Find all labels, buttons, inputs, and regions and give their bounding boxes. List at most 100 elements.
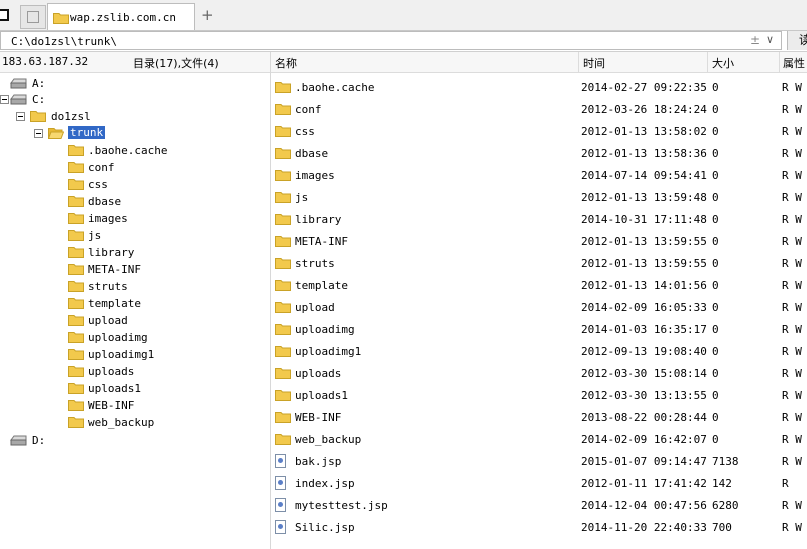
file-row[interactable]: index.jsp 2012-01-11 17:41:42 142 R <box>271 472 807 494</box>
file-time: 2014-01-03 16:35:17 <box>581 323 707 336</box>
file-row[interactable]: uploadimg1 2012-09-13 19:08:40 0 R W <box>271 340 807 362</box>
file-time: 2012-09-13 19:08:40 <box>581 345 707 358</box>
file-row[interactable]: library 2014-10-31 17:11:48 0 R W <box>271 208 807 230</box>
file-time: 2012-01-13 14:01:56 <box>581 279 707 292</box>
file-name: Silic.jsp <box>295 521 355 534</box>
tree-label: D: <box>32 434 46 447</box>
read-button[interactable]: 读 <box>787 31 807 50</box>
file-row[interactable]: dbase 2012-01-13 13:58:36 0 R W <box>271 142 807 164</box>
split-icon[interactable]: ± <box>750 33 760 47</box>
file-row[interactable]: js 2012-01-13 13:59:48 0 R W <box>271 186 807 208</box>
chevron-down-icon[interactable]: ∨ <box>766 33 774 46</box>
tree-label: css <box>88 178 108 191</box>
folder-icon <box>275 388 291 401</box>
file-name: images <box>295 169 335 182</box>
tree-label: uploadimg1 <box>88 348 155 361</box>
tree-label: A: <box>32 77 46 90</box>
file-row[interactable]: web_backup 2014-02-09 16:42:07 0 R W <box>271 428 807 450</box>
column-divider[interactable] <box>779 52 780 72</box>
tree-label: .baohe.cache <box>88 144 168 157</box>
file-row[interactable]: css 2012-01-13 13:58:02 0 R W <box>271 120 807 142</box>
path-input[interactable]: C:\do1zsl\trunk\ <box>0 31 782 50</box>
folder-icon <box>68 245 84 258</box>
file-row[interactable]: struts 2012-01-13 13:59:55 0 R W <box>271 252 807 274</box>
folder-icon <box>53 13 69 24</box>
file-row[interactable]: uploadimg 2014-01-03 16:35:17 0 R W <box>271 318 807 340</box>
file-time: 2012-01-11 17:41:42 <box>581 477 707 490</box>
folder-icon <box>68 211 84 224</box>
folder-tree: A: C: do1zsl trunk .baohe.cache conf css db… <box>0 74 270 549</box>
file-name: .baohe.cache <box>295 81 375 94</box>
file-time: 2014-12-04 00:47:56 <box>581 499 707 512</box>
file-row[interactable]: conf 2012-03-26 18:24:24 0 R W <box>271 98 807 120</box>
file-size: 0 <box>712 213 719 226</box>
file-row[interactable]: bak.jsp 2015-01-07 09:14:47 7138 R W <box>271 450 807 472</box>
file-row[interactable]: uploads1 2012-03-30 13:13:55 0 R W <box>271 384 807 406</box>
folder-icon <box>68 194 84 207</box>
file-size: 0 <box>712 301 719 314</box>
file-row[interactable]: uploads 2012-03-30 15:08:14 0 R W <box>271 362 807 384</box>
column-name[interactable]: 名称 <box>275 55 297 71</box>
tree-label: web_backup <box>88 416 155 429</box>
file-time: 2012-01-13 13:59:48 <box>581 191 707 204</box>
folder-icon <box>275 80 291 93</box>
file-name: uploads1 <box>295 389 348 402</box>
folder-icon <box>275 256 291 269</box>
file-time: 2012-01-13 13:58:02 <box>581 125 707 138</box>
file-row[interactable]: template 2012-01-13 14:01:56 0 R W <box>271 274 807 296</box>
item-counts: 目录(17),文件(4) <box>133 57 219 70</box>
folder-icon <box>68 398 84 411</box>
file-attr: R W <box>782 235 802 248</box>
file-row[interactable]: .baohe.cache 2014-02-27 09:22:35 0 R W <box>271 76 807 98</box>
file-time: 2014-11-20 22:40:33 <box>581 521 707 534</box>
file-size: 700 <box>712 521 732 534</box>
file-size: 0 <box>712 191 719 204</box>
file-attr: R W <box>782 455 802 468</box>
column-size[interactable]: 大小 <box>712 55 734 71</box>
tab-site[interactable]: wap.zslib.com.cn <box>47 3 195 30</box>
file-name: dbase <box>295 147 329 160</box>
file-row[interactable]: Silic.jsp 2014-11-20 22:40:33 700 R W <box>271 516 807 538</box>
file-name: web_backup <box>295 433 362 446</box>
panel-toggle-icon[interactable] <box>0 9 9 21</box>
file-attr: R W <box>782 257 802 270</box>
file-row[interactable]: META-INF 2012-01-13 13:59:55 0 R W <box>271 230 807 252</box>
file-attr: R W <box>782 81 802 94</box>
file-attr: R W <box>782 389 802 402</box>
column-attr[interactable]: 属性 <box>783 55 805 71</box>
file-attr: R W <box>782 521 802 534</box>
file-size: 0 <box>712 257 719 270</box>
collapse-toggle[interactable] <box>34 129 43 138</box>
file-name: uploadimg <box>295 323 355 336</box>
column-divider[interactable] <box>707 52 708 72</box>
folder-icon <box>68 177 84 190</box>
file-attr: R W <box>782 433 802 446</box>
folder-icon <box>275 344 291 357</box>
add-tab-button[interactable]: + <box>201 6 214 24</box>
collapse-toggle[interactable] <box>0 95 9 104</box>
file-name: uploadimg1 <box>295 345 362 358</box>
folder-icon <box>275 278 291 291</box>
column-divider[interactable] <box>578 52 579 72</box>
file-size: 0 <box>712 433 719 446</box>
tree-label: js <box>88 229 102 242</box>
column-time[interactable]: 时间 <box>583 55 605 71</box>
file-row[interactable]: images 2014-07-14 09:54:41 0 R W <box>271 164 807 186</box>
collapse-toggle[interactable] <box>16 112 25 121</box>
folder-icon <box>68 262 84 275</box>
file-size: 0 <box>712 345 719 358</box>
file-attr: R W <box>782 279 802 292</box>
file-row[interactable]: mytesttest.jsp 2014-12-04 00:47:56 6280 R W <box>271 494 807 516</box>
file-row[interactable]: upload 2014-02-09 16:05:33 0 R W <box>271 296 807 318</box>
file-time: 2014-07-14 09:54:41 <box>581 169 707 182</box>
file-row[interactable]: WEB-INF 2013-08-22 00:28:44 0 R W <box>271 406 807 428</box>
file-attr: R W <box>782 125 802 138</box>
file-size: 142 <box>712 477 732 490</box>
folder-icon <box>275 124 291 137</box>
file-attr: R W <box>782 191 802 204</box>
file-name: conf <box>295 103 322 116</box>
file-time: 2012-01-13 13:58:36 <box>581 147 707 160</box>
tab-blank[interactable] <box>20 5 46 29</box>
file-attr: R W <box>782 169 802 182</box>
tree-label: META-INF <box>88 263 141 276</box>
